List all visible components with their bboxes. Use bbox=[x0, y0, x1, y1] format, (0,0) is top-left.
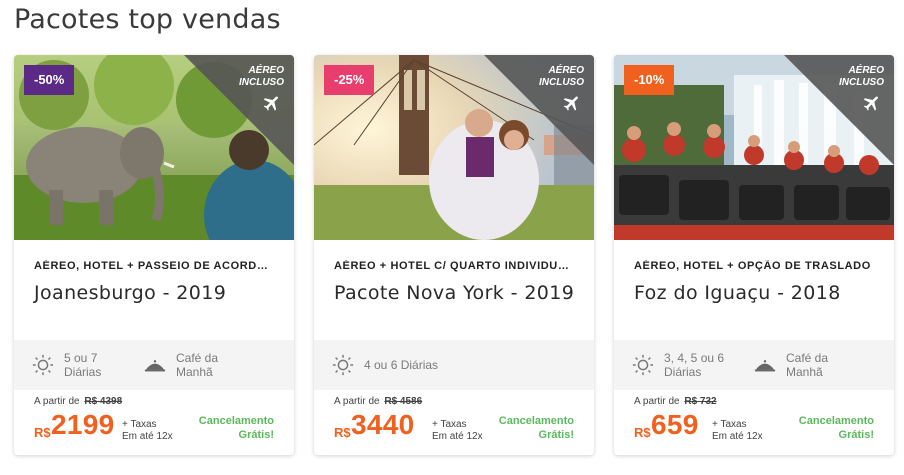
sun-icon bbox=[332, 354, 354, 376]
cancel-line1: Cancelamento bbox=[498, 415, 574, 427]
price-box: A partir de R$ 4586 R$ 3440 + Taxas Em a… bbox=[314, 390, 594, 455]
section-title: Pacotes top vendas bbox=[14, 4, 281, 35]
taxes-info: + Taxas Em até 12x bbox=[432, 419, 483, 443]
feature-nights: 3, 4, 5 ou 6 Diárias bbox=[632, 351, 736, 379]
installments-label: Em até 12x bbox=[122, 431, 173, 442]
package-info: AÉREO, HOTEL + PASSEIO DE ACORDO ... Joa… bbox=[14, 240, 294, 340]
taxes-label: + Taxas bbox=[122, 419, 157, 430]
old-price: R$ 4398 bbox=[84, 396, 123, 407]
package-features: 3, 4, 5 ou 6 Diárias Café da Manhã bbox=[614, 340, 894, 390]
current-price: 2199 bbox=[51, 409, 115, 440]
package-subtitle: AÉREO + HOTEL C/ QUARTO INDIVIDUA... bbox=[334, 260, 574, 272]
installments-label: Em até 12x bbox=[432, 431, 483, 442]
package-card-foz-do-iguacu[interactable]: -10% AÉREO INCLUSO AÉREO, HOTEL + OPÇÃO … bbox=[614, 55, 894, 455]
feature-nights-label: 4 ou 6 Diárias bbox=[364, 358, 439, 372]
cancel-line2: Grátis! bbox=[838, 429, 874, 441]
price-row: R$ 659 + Taxas Em até 12x Cancelamento G… bbox=[634, 409, 874, 449]
package-subtitle: AÉREO, HOTEL + OPÇÃO DE TRASLADO bbox=[634, 260, 871, 272]
cancel-line2: Grátis! bbox=[238, 429, 274, 441]
package-card-joanesburgo[interactable]: -50% AÉREO INCLUSO AÉREO, HOTEL + PASSEI… bbox=[14, 55, 294, 455]
cancel-line1: Cancelamento bbox=[198, 415, 274, 427]
food-cloche-icon bbox=[144, 360, 166, 372]
feature-nights: 4 ou 6 Diárias bbox=[332, 354, 474, 376]
from-price-line: A partir de R$ 4586 bbox=[334, 396, 574, 407]
taxes-label: + Taxas bbox=[432, 419, 467, 430]
taxes-label: + Taxas bbox=[712, 419, 747, 430]
airplane-icon bbox=[863, 96, 878, 111]
package-features: 5 ou 7 Diárias Café da Manhã bbox=[14, 340, 294, 390]
free-cancellation: Cancelamento Grátis! bbox=[199, 414, 274, 442]
free-cancellation: Cancelamento Grátis! bbox=[799, 414, 874, 442]
package-name[interactable]: Pacote Nova York - 2019 bbox=[334, 282, 574, 304]
price-box: A partir de R$ 4398 R$ 2199 + Taxas Em a… bbox=[14, 390, 294, 455]
package-features: 4 ou 6 Diárias bbox=[314, 340, 594, 390]
taxes-info: + Taxas Em até 12x bbox=[122, 419, 173, 443]
feature-breakfast-label: Café da Manhã bbox=[176, 351, 219, 379]
package-subtitle: AÉREO, HOTEL + PASSEIO DE ACORDO ... bbox=[34, 260, 274, 272]
package-name[interactable]: Joanesburgo - 2019 bbox=[34, 282, 274, 304]
price-row: R$ 2199 + Taxas Em até 12x Cancelamento … bbox=[34, 409, 274, 449]
price-prefix: A partir de bbox=[334, 396, 380, 407]
package-name[interactable]: Foz do Iguaçu - 2018 bbox=[634, 282, 874, 304]
feature-breakfast: Café da Manhã bbox=[754, 351, 848, 379]
discount-badge: -50% bbox=[24, 65, 75, 95]
package-info: AÉREO + HOTEL C/ QUARTO INDIVIDUA... Pac… bbox=[314, 240, 594, 340]
sun-icon bbox=[32, 354, 54, 376]
free-cancellation: Cancelamento Grátis! bbox=[499, 414, 574, 442]
currency-symbol: R$ bbox=[334, 425, 351, 440]
flight-included-label: AÉREO INCLUSO bbox=[839, 65, 884, 88]
feature-nights-label: 3, 4, 5 ou 6 Diárias bbox=[664, 351, 725, 379]
installments-label: Em até 12x bbox=[712, 431, 763, 442]
cancel-line2: Grátis! bbox=[538, 429, 574, 441]
from-price-line: A partir de R$ 732 bbox=[634, 396, 874, 407]
old-price: R$ 4586 bbox=[384, 396, 423, 407]
cancel-line1: Cancelamento bbox=[798, 415, 874, 427]
sun-icon bbox=[632, 354, 654, 376]
taxes-info: + Taxas Em até 12x bbox=[712, 419, 763, 443]
currency-symbol: R$ bbox=[634, 425, 651, 440]
airplane-icon bbox=[563, 96, 578, 111]
old-price: R$ 732 bbox=[684, 396, 717, 407]
current-price: 3440 bbox=[351, 409, 415, 440]
price-box: A partir de R$ 732 R$ 659 + Taxas Em até… bbox=[614, 390, 894, 455]
feature-nights: 5 ou 7 Diárias bbox=[32, 351, 126, 379]
flight-included-label: AÉREO INCLUSO bbox=[539, 65, 584, 88]
feature-breakfast: Café da Manhã bbox=[144, 351, 238, 379]
price-row: R$ 3440 + Taxas Em até 12x Cancelamento … bbox=[334, 409, 574, 449]
price-prefix: A partir de bbox=[634, 396, 680, 407]
discount-badge: -25% bbox=[324, 65, 375, 95]
from-price-line: A partir de R$ 4398 bbox=[34, 396, 274, 407]
currency-symbol: R$ bbox=[34, 425, 51, 440]
price-prefix: A partir de bbox=[34, 396, 80, 407]
airplane-icon bbox=[263, 96, 278, 111]
package-info: AÉREO, HOTEL + OPÇÃO DE TRASLADO Foz do … bbox=[614, 240, 894, 340]
feature-breakfast-label: Café da Manhã bbox=[786, 351, 829, 379]
discount-badge: -10% bbox=[624, 65, 675, 95]
food-cloche-icon bbox=[754, 360, 776, 372]
current-price: 659 bbox=[651, 409, 699, 440]
package-cards: -50% AÉREO INCLUSO AÉREO, HOTEL + PASSEI… bbox=[14, 55, 894, 455]
flight-included-label: AÉREO INCLUSO bbox=[239, 65, 284, 88]
feature-nights-label: 5 ou 7 Diárias bbox=[64, 351, 102, 379]
package-card-nova-york[interactable]: -25% AÉREO INCLUSO AÉREO + HOTEL C/ QUAR… bbox=[314, 55, 594, 455]
